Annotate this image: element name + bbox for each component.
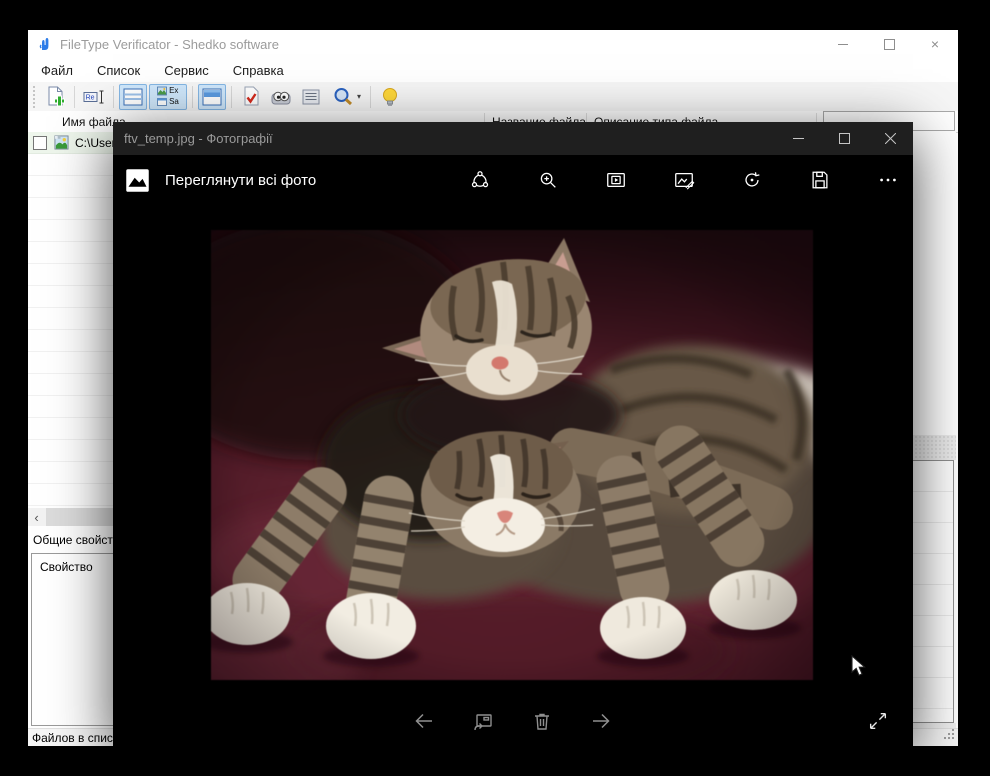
kittens-photo bbox=[211, 230, 813, 680]
magnifier-icon bbox=[331, 85, 355, 109]
photo-gallery-icon bbox=[124, 167, 151, 194]
list-pane-icon bbox=[121, 85, 145, 109]
copy-to-icon bbox=[471, 709, 495, 733]
document-plus-icon bbox=[43, 85, 67, 109]
fullscreen-button[interactable] bbox=[858, 701, 898, 741]
inspect-button[interactable] bbox=[267, 84, 295, 110]
add-files-button[interactable] bbox=[41, 84, 69, 110]
scroll-left-button[interactable]: ‹ bbox=[28, 508, 45, 526]
more-button[interactable] bbox=[868, 160, 908, 200]
share-icon bbox=[469, 169, 491, 191]
view-preview-button[interactable] bbox=[198, 84, 226, 110]
ftv-close-button[interactable]: × bbox=[912, 30, 958, 58]
photos-nav-group bbox=[404, 701, 621, 741]
photo-canvas[interactable] bbox=[211, 230, 813, 680]
menu-file[interactable]: Файл bbox=[41, 63, 73, 78]
photos-titlebar[interactable]: ftv_temp.jpg - Фотографії bbox=[113, 122, 913, 155]
svg-text:Re: Re bbox=[86, 94, 95, 101]
ftv-maximize-button[interactable] bbox=[866, 30, 912, 58]
general-properties-label: Общие свойства bbox=[33, 533, 126, 547]
status-text: Файлов в списке bbox=[32, 731, 125, 745]
menu-list[interactable]: Список bbox=[97, 63, 140, 78]
next-button[interactable] bbox=[581, 701, 621, 741]
ftv-menubar: Файл Список Сервис Справка bbox=[28, 58, 958, 82]
save-button[interactable] bbox=[800, 160, 840, 200]
zoom-button[interactable] bbox=[528, 160, 568, 200]
fullscreen-icon bbox=[867, 710, 889, 732]
search-dropdown-arrow[interactable]: ▾ bbox=[357, 92, 361, 101]
slideshow-icon bbox=[605, 169, 627, 191]
copy-to-button[interactable] bbox=[463, 701, 503, 741]
toolbar-separator bbox=[113, 86, 114, 108]
edit-button[interactable] bbox=[664, 160, 704, 200]
sample-window-icon bbox=[157, 97, 167, 107]
photos-minimize-button[interactable] bbox=[775, 122, 821, 155]
file-checkbox[interactable] bbox=[33, 136, 47, 150]
ftv-titlebar[interactable]: FileType Verificator - Shedko software × bbox=[28, 30, 958, 58]
resize-grip[interactable] bbox=[944, 729, 955, 743]
photos-appbar: Переглянути всі фото bbox=[113, 155, 913, 205]
lightbulb-icon bbox=[378, 85, 402, 109]
share-button[interactable] bbox=[460, 160, 500, 200]
ftv-toolbar: Re Ex Sa bbox=[28, 82, 958, 112]
photos-close-button[interactable] bbox=[867, 122, 913, 155]
view-all-photos-label: Переглянути всі фото bbox=[165, 172, 316, 189]
minimize-icon bbox=[793, 133, 804, 144]
photos-window-title: ftv_temp.jpg - Фотографії bbox=[124, 131, 775, 146]
maximize-icon bbox=[839, 133, 850, 144]
toolbar-separator bbox=[192, 86, 193, 108]
eyes-icon bbox=[269, 85, 293, 109]
delete-button[interactable] bbox=[522, 701, 562, 741]
save-icon bbox=[809, 169, 831, 191]
desktop: { "ftv": { "title": "FileType Verificato… bbox=[0, 0, 990, 776]
photos-maximize-button[interactable] bbox=[821, 122, 867, 155]
rotate-icon bbox=[741, 169, 763, 191]
menu-service[interactable]: Сервис bbox=[164, 63, 209, 78]
previous-button[interactable] bbox=[404, 701, 444, 741]
trash-icon bbox=[530, 709, 554, 733]
view-all-photos-button[interactable]: Переглянути всі фото bbox=[124, 165, 316, 195]
toolbar-separator bbox=[370, 86, 371, 108]
arrow-left-icon bbox=[412, 709, 436, 733]
rename-icon: Re bbox=[82, 85, 106, 109]
photos-window: ftv_temp.jpg - Фотографії Переглянути вс… bbox=[113, 122, 913, 746]
zoom-in-icon bbox=[537, 169, 559, 191]
toolbar-separator bbox=[74, 86, 75, 108]
image-thumbnail-icon bbox=[54, 135, 69, 150]
report-button[interactable] bbox=[297, 84, 325, 110]
toolbar-gripper[interactable] bbox=[32, 85, 36, 109]
photos-actions bbox=[460, 160, 908, 200]
close-icon bbox=[885, 133, 896, 144]
ftv-minimize-button[interactable] bbox=[820, 30, 866, 58]
report-icon bbox=[299, 85, 323, 109]
toolbar-separator bbox=[231, 86, 232, 108]
search-button[interactable]: ▾ bbox=[327, 84, 365, 110]
document-check-icon bbox=[239, 85, 263, 109]
example-image-icon bbox=[157, 86, 167, 96]
more-icon bbox=[877, 169, 899, 191]
menu-help[interactable]: Справка bbox=[233, 63, 284, 78]
view-ex-sa-button[interactable]: Ex Sa bbox=[149, 84, 187, 110]
view-list-button[interactable] bbox=[119, 84, 147, 110]
verify-button[interactable] bbox=[237, 84, 265, 110]
ftv-app-icon bbox=[37, 36, 53, 52]
edit-icon bbox=[673, 169, 695, 191]
ex-label: Ex bbox=[169, 87, 178, 95]
rotate-button[interactable] bbox=[732, 160, 772, 200]
preview-pane-icon bbox=[200, 85, 224, 109]
rename-button[interactable]: Re bbox=[80, 84, 108, 110]
arrow-right-icon bbox=[589, 709, 613, 733]
photos-bottombar bbox=[113, 696, 913, 746]
hint-button[interactable] bbox=[376, 84, 404, 110]
ftv-window-title: FileType Verificator - Shedko software bbox=[60, 37, 820, 52]
sa-label: Sa bbox=[169, 98, 179, 106]
slideshow-button[interactable] bbox=[596, 160, 636, 200]
